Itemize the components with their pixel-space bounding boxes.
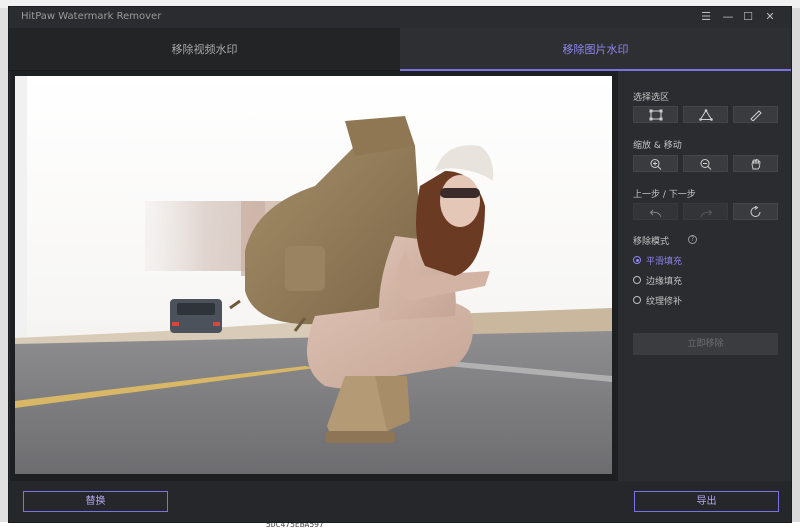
undo-button[interactable] xyxy=(633,203,678,220)
mode-section-label: 移除模式 xyxy=(633,237,670,247)
reset-icon xyxy=(750,206,761,217)
tab-remove-image-watermark[interactable]: 移除图片水印 xyxy=(400,28,791,71)
zoom-out-button[interactable] xyxy=(683,155,728,172)
polygon-select-icon xyxy=(699,109,713,121)
zoom-in-icon xyxy=(650,159,662,170)
remove-now-button[interactable]: 立即移除 xyxy=(633,333,778,355)
desktop-background-bottom xyxy=(0,522,800,531)
footer-bar: 替换 导出 xyxy=(9,481,791,522)
brush-icon xyxy=(750,110,762,121)
mode-option-label: 平滑填充 xyxy=(646,257,683,267)
hand-move-button[interactable] xyxy=(733,155,778,172)
mode-tabs: 移除视频水印 移除图片水印 xyxy=(9,28,791,71)
polygon-select-button[interactable] xyxy=(683,106,728,123)
rectangle-select-icon xyxy=(649,109,663,121)
tool-panel: 选择选区 缩放 & 移动 上一步 / 下一步 移除模式 ? 平滑填充 边缘填充 … xyxy=(620,71,791,481)
radio-selected-icon xyxy=(633,256,641,264)
redo-button[interactable] xyxy=(683,203,728,220)
redo-icon xyxy=(700,209,713,218)
menu-button[interactable]: ☰ xyxy=(697,9,715,25)
minimize-button[interactable]: — xyxy=(719,9,737,25)
close-button[interactable]: ✕ xyxy=(761,9,779,25)
preview-image[interactable] xyxy=(15,76,612,474)
app-window: HitPaw Watermark Remover ☰ — ☐ ✕ 移除视频水印 … xyxy=(8,6,792,523)
undo-icon xyxy=(649,209,662,218)
title-bar: HitPaw Watermark Remover ☰ — ☐ ✕ xyxy=(9,7,791,28)
help-icon[interactable]: ? xyxy=(688,235,697,244)
desktop-background-right xyxy=(792,8,800,523)
rectangle-select-button[interactable] xyxy=(633,106,678,123)
export-button[interactable]: 导出 xyxy=(634,491,779,512)
reset-button[interactable] xyxy=(733,203,778,220)
zoom-in-button[interactable] xyxy=(633,155,678,172)
radio-unselected-icon xyxy=(633,296,641,304)
image-canvas[interactable] xyxy=(10,71,618,481)
selection-section-label: 选择选区 xyxy=(633,93,670,103)
mode-option-label: 纹理修补 xyxy=(646,297,683,307)
maximize-button[interactable]: ☐ xyxy=(739,9,757,25)
mode-option-label: 边缘填充 xyxy=(646,277,683,287)
history-section-label: 上一步 / 下一步 xyxy=(633,190,696,200)
hand-icon xyxy=(751,158,761,170)
zoom-section-label: 缩放 & 移动 xyxy=(633,141,682,151)
app-title: HitPaw Watermark Remover xyxy=(21,11,162,22)
tab-remove-video-watermark[interactable]: 移除视频水印 xyxy=(9,28,400,71)
brush-button[interactable] xyxy=(733,106,778,123)
radio-unselected-icon xyxy=(633,276,641,284)
replace-button[interactable]: 替换 xyxy=(23,491,168,512)
zoom-out-icon xyxy=(700,159,712,170)
